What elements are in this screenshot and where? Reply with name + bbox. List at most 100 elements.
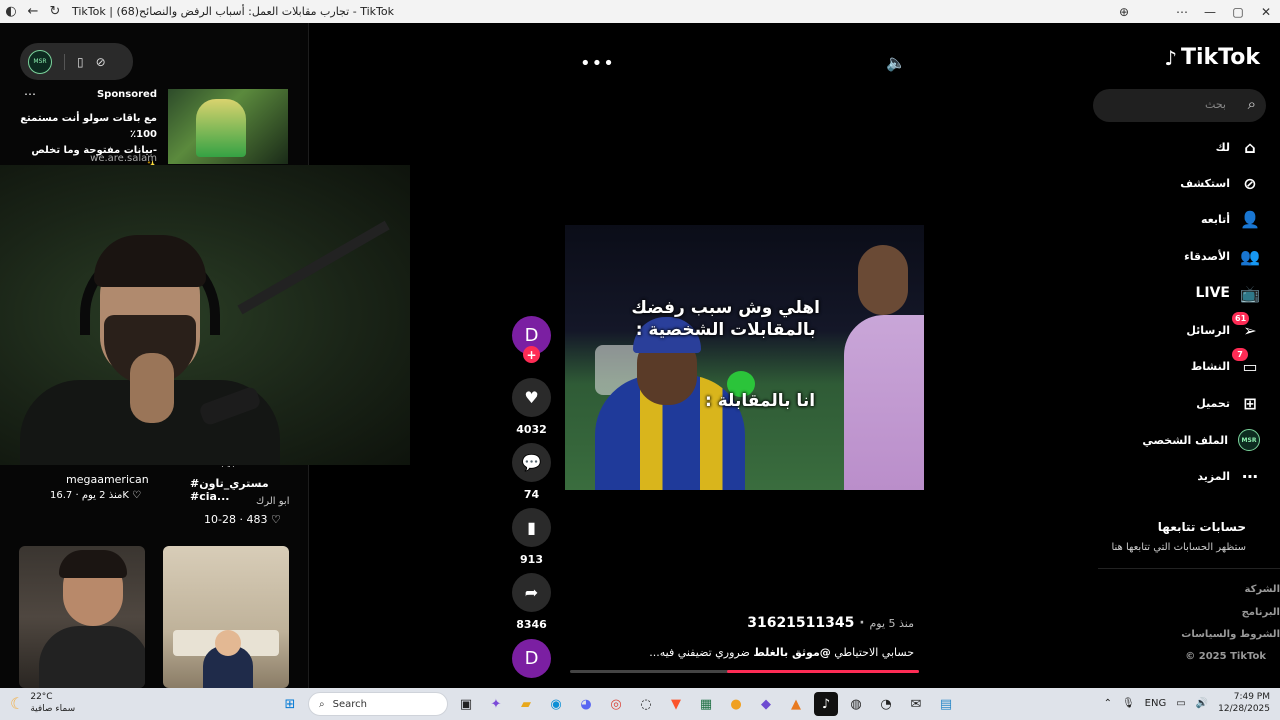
weather-temp: 22°C (30, 692, 53, 702)
menu-dots-icon[interactable]: ⋯ (1168, 0, 1196, 23)
next-creator-avatar[interactable]: D (512, 639, 551, 678)
card1-handle[interactable]: megaamerican (66, 473, 149, 486)
video-author[interactable]: 31621511345 (747, 615, 854, 631)
search-icon[interactable]: ⌕ (1248, 95, 1256, 113)
compass-small-icon[interactable]: ⊘ (96, 55, 106, 69)
nav-label: LIVE (1195, 285, 1230, 301)
card2-title2[interactable]: #مستري_تاون #cia... (190, 477, 308, 503)
app-icon[interactable]: ◆ (754, 692, 778, 716)
heart-outline-icon: ♡ (270, 513, 281, 526)
ad-handle: we.are.salam (90, 153, 157, 164)
save-button[interactable]: ▮ (512, 508, 551, 547)
progress-fill (727, 670, 919, 673)
ad-more-icon[interactable]: ⋯ (24, 87, 37, 101)
microphone-icon[interactable]: 🎙 (1122, 698, 1135, 709)
clock[interactable]: 7:49 PM 12/28/2025 (1218, 691, 1270, 715)
desc-mention[interactable]: @موثق بالغلط (753, 646, 830, 659)
nav-activity[interactable]: النشاط ▭ 7 (1191, 348, 1260, 379)
comment-button[interactable]: 💬 (512, 443, 551, 482)
app-icon[interactable]: ✉ (904, 692, 928, 716)
video-thumbnail[interactable] (163, 546, 289, 688)
taskbar-search[interactable]: ⌕ Search (308, 692, 448, 716)
nav-more[interactable]: المزيد ⋯ (1197, 463, 1260, 489)
webcam-overlay (0, 165, 410, 465)
maximize-button[interactable]: ▢ (1224, 0, 1252, 23)
nav-live[interactable]: LIVE 📺 (1195, 280, 1260, 306)
clock-date: 12/28/2025 (1218, 704, 1270, 714)
tiktok-logo[interactable]: ♪ TikTok (1164, 45, 1260, 70)
bookmark-icon: ▮ (527, 518, 536, 537)
search-input[interactable]: بحث ⌕ (1093, 89, 1266, 122)
back-arrow-icon[interactable]: ← (22, 0, 44, 23)
reload-icon[interactable]: ↻ (44, 0, 66, 23)
card2-date: 10-28 (204, 513, 236, 526)
start-icon[interactable]: ⊞ (278, 692, 302, 716)
app-icon[interactable]: ▤ (934, 692, 958, 716)
nav-following[interactable]: أتابعه 👤 (1201, 206, 1260, 232)
app-icon[interactable]: ▲ (784, 692, 808, 716)
nav-for-you[interactable]: لك ⌂ (1216, 134, 1260, 160)
weather-desc: سماء صافية (30, 704, 76, 714)
file-explorer-icon[interactable]: ▰ (514, 692, 538, 716)
network-icon[interactable]: ▭ (1176, 698, 1185, 709)
notification-app-icon[interactable]: ● (724, 692, 748, 716)
nav-label: المزيد (1197, 469, 1230, 483)
nav-explore[interactable]: استكشف ⊘ (1180, 170, 1260, 196)
feed-more-icon[interactable]: ••• (580, 53, 615, 74)
windows-taskbar: ☾ 22°C سماء صافية ⊞ ⌕ Search ▣ ✦ ▰ ◉ ◕ ◎… (0, 688, 1280, 720)
task-view-icon[interactable]: ▣ (454, 692, 478, 716)
nav-label: أتابعه (1200, 212, 1230, 226)
taskbar-search-label: Search (332, 698, 367, 710)
edge-icon[interactable]: ◉ (544, 692, 568, 716)
speaker-icon[interactable]: 🔊 (1196, 698, 1208, 709)
follow-plus-icon[interactable]: + (523, 346, 540, 363)
chevron-up-icon[interactable]: ⌃ (1104, 698, 1112, 709)
footer-company[interactable]: الشركة (1245, 584, 1280, 595)
nav-upload[interactable]: تحميل ⊞ (1196, 390, 1260, 416)
nav-label: استكشف (1180, 176, 1230, 190)
nav-profile[interactable]: الملف الشخصي MSR (1142, 427, 1260, 453)
messages-badge: 61 (1232, 312, 1250, 325)
footer-program[interactable]: البرنامج (1242, 607, 1280, 618)
language-indicator[interactable]: ENG (1145, 698, 1167, 709)
app-icon[interactable]: ◍ (844, 692, 868, 716)
sponsored-label: Sponsored (96, 89, 157, 100)
device-icon[interactable]: ▯ (77, 55, 84, 69)
volume-icon[interactable]: 🔈 (886, 53, 906, 72)
app-icon[interactable]: ◌ (634, 692, 658, 716)
copilot-icon[interactable]: ✦ (484, 692, 508, 716)
video-thumbnail[interactable] (19, 546, 145, 688)
app-icon[interactable]: ◔ (874, 692, 898, 716)
footer-terms[interactable]: الشروط والسياسات (1181, 629, 1280, 640)
nav-label: تحميل (1196, 396, 1230, 410)
share-icon: ➦ (524, 583, 539, 602)
desc-prefix: حسابي الاحتياطي (830, 646, 914, 659)
card2-author[interactable]: ابو الرك (256, 496, 290, 507)
minimize-button[interactable]: — (1196, 0, 1224, 23)
video-player[interactable]: اهلي وش سبب رفضك بالمقابلات الشخصية : ان… (565, 225, 924, 490)
weather-widget[interactable]: ☾ 22°C سماء صافية (10, 691, 75, 715)
zoom-icon[interactable]: ⊕ (1110, 0, 1138, 23)
send-icon: ➢ 61 (1232, 312, 1260, 340)
clock-time: 7:49 PM (1233, 692, 1270, 702)
mini-avatar[interactable]: MSR (28, 49, 52, 74)
tiktok-taskbar-icon[interactable]: ♪ (814, 692, 838, 716)
like-button[interactable]: ♥ (512, 378, 551, 417)
nav-messages[interactable]: الرسائل ➢ 61 (1186, 312, 1260, 343)
discord-icon[interactable]: ◕ (574, 692, 598, 716)
heart-icon: ♥ (524, 388, 539, 407)
mini-player-controls: MSR ▯ ⊘ (20, 43, 133, 80)
profile-avatar: MSR (1238, 429, 1260, 451)
brave-icon[interactable]: ▼ (664, 692, 688, 716)
card1-age: منذ 2 يوم (81, 490, 123, 501)
sponsored-ad[interactable]: ⋯ Sponsored مع باقات سولو أنت مستمتع 100… (18, 87, 163, 172)
share-button[interactable]: ➦ (512, 573, 551, 612)
share-count: 8346 (516, 618, 547, 631)
video-description: حسابي الاحتياطي @موثق بالغلط ضروري تضيفن… (649, 646, 914, 659)
chrome-icon[interactable]: ◎ (604, 692, 628, 716)
nav-friends[interactable]: الأصدقاء 👥 (1184, 243, 1260, 269)
excel-icon[interactable]: ▦ (694, 692, 718, 716)
ad-thumbnail[interactable] (168, 89, 288, 164)
close-button[interactable]: ✕ (1252, 0, 1280, 23)
video-progress-bar[interactable] (570, 670, 919, 673)
